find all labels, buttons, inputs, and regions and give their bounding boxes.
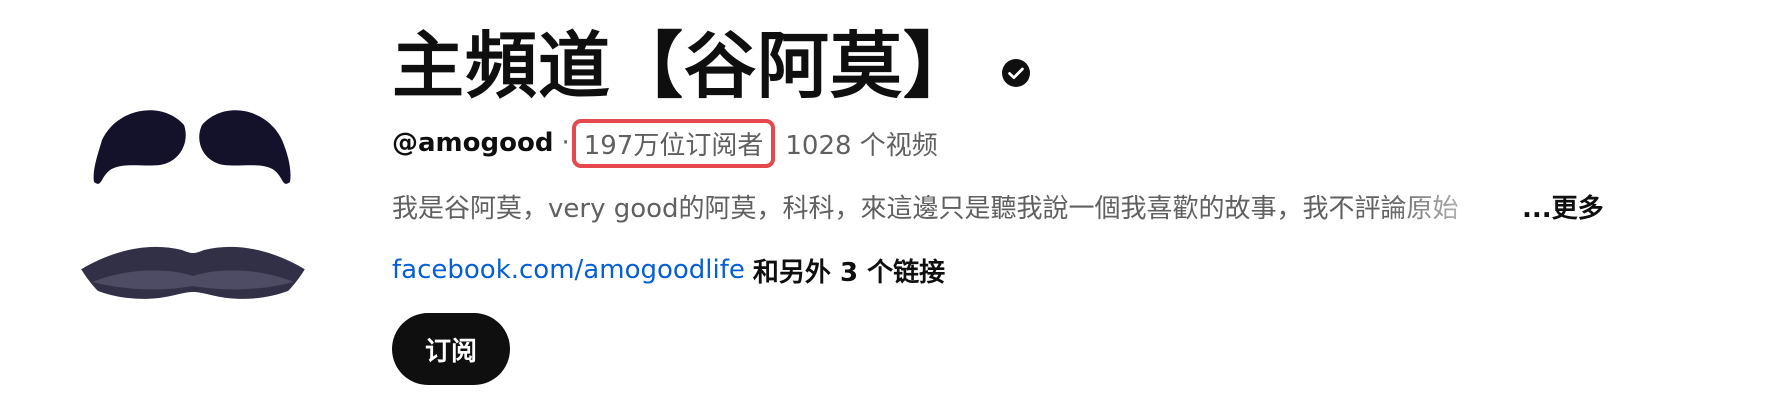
channel-description[interactable]: 我是谷阿莫，very good的阿莫，科科，來這邊只是聽我說一個我喜歡的故事，我…	[392, 184, 1604, 228]
description-text: 我是谷阿莫，very good的阿莫，科科，來這邊只是聽我說一個我喜歡的故事，我…	[392, 193, 1459, 224]
facebook-link[interactable]: facebook.com/amogoodlife	[392, 255, 745, 285]
channel-title: 主頻道【谷阿莫】	[392, 24, 977, 108]
channel-header: 主頻道【谷阿莫】 @amogood · 197万位订阅者 1028 个视频 我是…	[0, 0, 1768, 418]
avatar-image	[62, 70, 324, 332]
channel-links: facebook.com/amogoodlife 和另外 3 个链接	[392, 248, 945, 292]
more-button[interactable]: ...更多	[1522, 188, 1604, 225]
channel-handle: @amogood	[392, 128, 554, 158]
video-count: 1028 个视频	[785, 130, 938, 161]
more-links-button[interactable]: 和另外 3 个链接	[753, 252, 945, 289]
title-row: 主頻道【谷阿莫】	[392, 18, 1031, 114]
subscribe-button[interactable]: 订阅	[392, 313, 510, 385]
verified-check-icon	[1002, 59, 1031, 87]
channel-meta: @amogood · 197万位订阅者 1028 个视频	[392, 118, 938, 168]
meta-separator: ·	[561, 128, 570, 158]
subscriber-count: 197万位订阅者	[571, 118, 776, 168]
avatar[interactable]	[62, 70, 324, 332]
